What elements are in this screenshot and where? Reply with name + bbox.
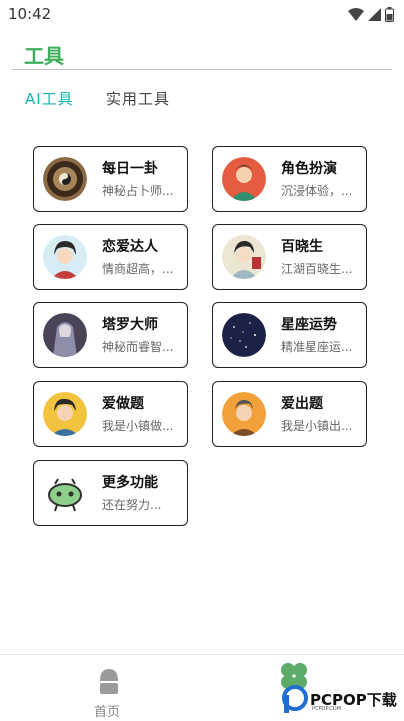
card-title: 恋爱达人 — [102, 239, 158, 255]
card-title: 爱出题 — [281, 396, 323, 412]
tool-card-role-play[interactable]: 角色扮演 沉浸体验，... — [212, 146, 367, 212]
bagua-avatar — [43, 157, 87, 201]
card-description: 精准星座运... — [281, 340, 353, 354]
tool-card-make-questions[interactable]: 爱出题 我是小镇出... — [212, 381, 367, 447]
page-title: 工具 — [24, 44, 64, 68]
card-title: 星座运势 — [281, 317, 337, 333]
title-divider — [12, 69, 392, 70]
wifi-icon — [348, 8, 364, 21]
pcpop-logo-icon — [282, 685, 308, 713]
costume-character-avatar — [222, 157, 266, 201]
scholar-avatar — [222, 235, 266, 279]
tool-card-do-questions[interactable]: 爱做题 我是小镇做... — [33, 381, 188, 447]
teacher-avatar — [222, 392, 266, 436]
tab-ai-tools[interactable]: AI工具 — [25, 88, 74, 109]
pcpop-watermark: PCPOP下载 PCPOP.COM — [282, 685, 400, 715]
card-description: 沉浸体验，... — [281, 184, 353, 198]
tool-card-horoscope[interactable]: 星座运势 精准星座运... — [212, 302, 367, 368]
card-description: 我是小镇做... — [102, 419, 174, 433]
card-description: 神秘占卜师... — [102, 184, 174, 198]
card-description: 情商超高，... — [102, 262, 174, 276]
card-title: 角色扮演 — [281, 161, 337, 177]
card-title: 爱做题 — [102, 396, 144, 412]
romance-character-avatar — [43, 235, 87, 279]
card-description: 还在努力... — [102, 498, 162, 512]
home-icon — [100, 669, 118, 694]
nav-home[interactable]: 首页 — [78, 663, 138, 720]
status-bar: 10:42 — [0, 0, 404, 30]
card-description: 江湖百晓生... — [281, 262, 353, 276]
status-time: 10:42 — [8, 5, 52, 23]
card-title: 塔罗大师 — [102, 317, 158, 333]
card-description: 我是小镇出... — [281, 419, 353, 433]
signal-icon — [368, 8, 381, 21]
tool-card-more-features[interactable]: 更多功能 还在努力... — [33, 460, 188, 526]
card-title: 百晓生 — [281, 239, 323, 255]
status-icons — [348, 7, 394, 22]
student-avatar — [43, 392, 87, 436]
starry-sky-avatar — [222, 313, 266, 357]
robot-avatar — [43, 471, 87, 515]
card-title: 更多功能 — [102, 475, 158, 491]
card-description: 神秘而睿智... — [102, 340, 174, 354]
tool-card-know-it-all[interactable]: 百晓生 江湖百晓生... — [212, 224, 367, 290]
tool-card-tarot-master[interactable]: 塔罗大师 神秘而睿智... — [33, 302, 188, 368]
tool-card-love-expert[interactable]: 恋爱达人 情商超高，... — [33, 224, 188, 290]
tarot-master-avatar — [43, 313, 87, 357]
tab-utility-tools[interactable]: 实用工具 — [106, 88, 170, 109]
tool-card-daily-divination[interactable]: 每日一卦 神秘占卜师... — [33, 146, 188, 212]
watermark-subtext: PCPOP.COM — [312, 706, 342, 712]
card-title: 每日一卦 — [102, 161, 158, 177]
nav-home-label: 首页 — [94, 705, 121, 720]
battery-icon — [385, 7, 394, 22]
